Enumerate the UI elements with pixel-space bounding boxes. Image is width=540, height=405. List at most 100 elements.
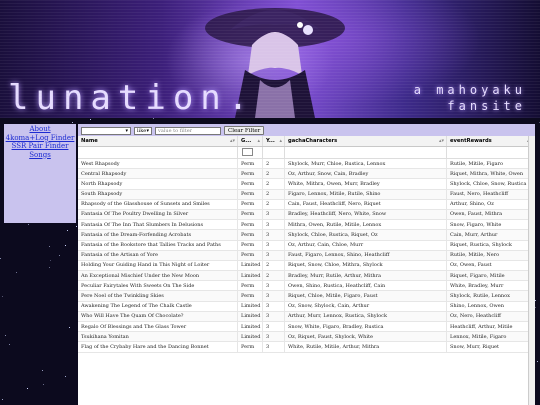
- table-row[interactable]: North Rhapsody Perm 2 White, Mithra, Owen, …: [78, 179, 535, 190]
- cell-gacha-type: Perm: [238, 342, 263, 352]
- table-row[interactable]: Regalo Of Blessings and The Glass Tower L…: [78, 322, 535, 333]
- cell-name: An Exceptional Mischief Under the New Mo…: [78, 271, 238, 281]
- cell-name: Central Rhapsody: [78, 169, 238, 179]
- column-header-gacha-type[interactable]: G... ▴: [238, 136, 263, 146]
- cell-gacha-type: Perm: [238, 169, 263, 179]
- table-row[interactable]: Fantasia Of The Poultry Dwelling In Silv…: [78, 209, 535, 221]
- table-row[interactable]: Central Rhapsody Perm 2 Oz, Arthur, Snow, C…: [78, 169, 535, 180]
- cell-event-rewards: Shylock, Rutile, Lennox: [447, 291, 535, 301]
- cell-event-rewards: White, Bradley, Murr: [447, 281, 535, 291]
- star: [66, 229, 68, 231]
- table-row[interactable]: An Exceptional Mischief Under the New Mo…: [78, 271, 535, 282]
- cell-name: Who Will Have The Quam Of Chocolate?: [78, 311, 238, 321]
- cell-gacha-type: Perm: [238, 199, 263, 209]
- table-row[interactable]: Fantasia of the Dream-Forfending Acrobat…: [78, 230, 535, 241]
- table-row[interactable]: Flag of the Crybaby Hare and the Dancing…: [78, 342, 535, 353]
- cell-gacha-characters: Snow, White, Figaro, Bradley, Rustica: [285, 322, 447, 332]
- cell-gacha-characters: Figaro, Lennox, Mitile, Rutile, Shino: [285, 189, 447, 199]
- cell-gacha-characters: White, Rutile, Mitile, Arthur, Mithra: [285, 342, 447, 352]
- table-row[interactable]: Rhapsody of the Glasshouse of Sunsets an…: [78, 199, 535, 210]
- cell-name: Fantasia Of The Inn That Slumbers In Del…: [78, 220, 238, 230]
- column-header-event-rewards[interactable]: eventRewards▴▾: [447, 136, 535, 146]
- filter-cell: [78, 147, 238, 158]
- cell-event-rewards: Snow, Murr, Riquet: [447, 342, 535, 352]
- table-row[interactable]: South Rhapsody Perm 2 Figaro, Lennox, Mitil…: [78, 189, 535, 200]
- filter-value-input[interactable]: value to filter: [155, 126, 221, 135]
- nav-link-ssr-pair-finder[interactable]: SSR Pair Finder: [4, 142, 76, 151]
- star: [15, 272, 17, 274]
- nav-link-4koma-log-finder[interactable]: 4koma+Log Finder: [4, 134, 76, 143]
- cell-gacha-characters: Owen, Shino, Rustica, Heathcliff, Cain: [285, 281, 447, 291]
- cell-year: 2: [263, 260, 285, 271]
- cell-name: West Rhapsody: [78, 159, 238, 169]
- table-row[interactable]: Who Will Have The Quam Of Chocolate? Limi…: [78, 311, 535, 322]
- site-subtitle: a mahoyaku fansite: [414, 82, 526, 114]
- star: [58, 255, 60, 257]
- filter-cell: [238, 147, 263, 158]
- gacha-type-filter-input[interactable]: [242, 148, 253, 156]
- cell-gacha-type: Perm: [238, 281, 263, 291]
- cell-name: Fantasia of the Bookstore that Tallies T…: [78, 240, 238, 250]
- column-header-gacha-characters[interactable]: gachaCharacters ▴▾: [285, 136, 447, 146]
- table-row[interactable]: Peculiar Fairytales With Sweets On The S…: [78, 281, 535, 292]
- table-row[interactable]: Fantasia of the Bookstore that Tallies T…: [78, 240, 535, 251]
- table-row[interactable]: West Rhapsody Perm 2 Shylock, Murr, Chloe, …: [78, 159, 535, 170]
- star: [2, 398, 4, 400]
- column-header-label: G...: [241, 138, 252, 144]
- cell-name: Fantasia Of The Poultry Dwelling In Silv…: [78, 209, 238, 220]
- sidebar-nav: About 4koma+Log Finder SSR Pair Finder S…: [4, 124, 76, 223]
- filter-operator-select[interactable]: like ▾: [134, 126, 152, 135]
- filter-cell: [263, 147, 285, 158]
- cell-gacha-type: Perm: [238, 189, 263, 199]
- cell-gacha-characters: Riquet, Chloe, Mitile, Figaro, Faust: [285, 291, 447, 301]
- nav-link-about[interactable]: About: [4, 125, 76, 134]
- clear-filter-button[interactable]: Clear Filter: [224, 126, 265, 135]
- cell-year: 3: [263, 332, 285, 342]
- cell-name: Peculiar Fairytales With Sweets On The S…: [78, 281, 238, 291]
- cell-name: Fantasia of the Dream-Forfending Acrobat…: [78, 230, 238, 240]
- table-row[interactable]: Pere Noel of the Twinkling Skies Perm 3 Riq…: [78, 291, 535, 302]
- data-table: Name ▴▾ G... ▴ Y... ▴ gachaCharacters ▴▾ eve…: [78, 136, 535, 405]
- star: [0, 257, 2, 259]
- cell-gacha-type: Limited: [238, 271, 263, 281]
- star: [153, 118, 155, 119]
- column-header-name[interactable]: Name ▴▾: [78, 136, 238, 146]
- cell-gacha-characters: Riquet, Snow, Chloe, Mithra, Shylock: [285, 260, 447, 271]
- star: [48, 267, 50, 269]
- grid-panel: ▾ like ▾ value to filter Clear Filter Na…: [78, 124, 535, 405]
- column-header-year[interactable]: Y... ▴: [263, 136, 285, 146]
- cell-gacha-type: Limited: [238, 301, 263, 311]
- nav-link-songs[interactable]: Songs: [4, 151, 76, 160]
- table-row[interactable]: Fantasia of the Artisan of Yore Perm 3 Faus…: [78, 250, 535, 261]
- site-title: lunation.: [8, 78, 256, 118]
- table-row[interactable]: Awakening The Legend of The Chalk Castle…: [78, 301, 535, 312]
- sort-icon: ▴▾: [438, 138, 444, 144]
- column-header-label: eventRewards: [450, 138, 492, 144]
- cell-year: 3: [263, 342, 285, 352]
- star: [43, 383, 44, 385]
- sort-icon: ▴▾: [229, 138, 235, 144]
- table-row[interactable]: Tsukihana Yomitan Limited 3 Oz, Riquet, Fau…: [78, 332, 535, 343]
- cell-event-rewards: Oz, Nero, Heathcliff: [447, 311, 535, 321]
- star: [537, 361, 539, 363]
- cell-year: 2: [263, 271, 285, 281]
- table-row[interactable]: Holding Your Guiding Hand in This Night …: [78, 260, 535, 272]
- cell-year: 2: [263, 179, 285, 189]
- cell-gacha-characters: Arthur, Murr, Lennox, Rustica, Shylock: [285, 311, 447, 321]
- cell-gacha-type: Limited: [238, 332, 263, 342]
- cell-gacha-type: Perm: [238, 159, 263, 169]
- cell-event-rewards: Rutile, Mitile, Nero: [447, 250, 535, 260]
- cell-name: Regalo Of Blessings and The Glass Tower: [78, 322, 238, 332]
- sort-icon: ▴: [279, 138, 282, 144]
- cell-event-rewards: Snow, Figaro, White: [447, 220, 535, 230]
- cell-gacha-characters: Oz, Arthur, Cain, Chloe, Murr: [285, 240, 447, 250]
- cell-gacha-characters: Bradley, Heathcliff, Nero, White, Snow: [285, 209, 447, 220]
- vertical-scrollbar[interactable]: [528, 136, 535, 405]
- subtitle-line-2: fansite: [447, 99, 526, 113]
- cell-event-rewards: Shylock, Chloe, Snow, Rustica: [447, 179, 535, 189]
- cell-gacha-type: Perm: [238, 209, 263, 220]
- table-row[interactable]: Fantasia Of The Inn That Slumbers In Del…: [78, 220, 535, 231]
- filter-column-select[interactable]: ▾: [81, 126, 131, 135]
- star: [42, 370, 44, 372]
- cell-gacha-type: Perm: [238, 250, 263, 260]
